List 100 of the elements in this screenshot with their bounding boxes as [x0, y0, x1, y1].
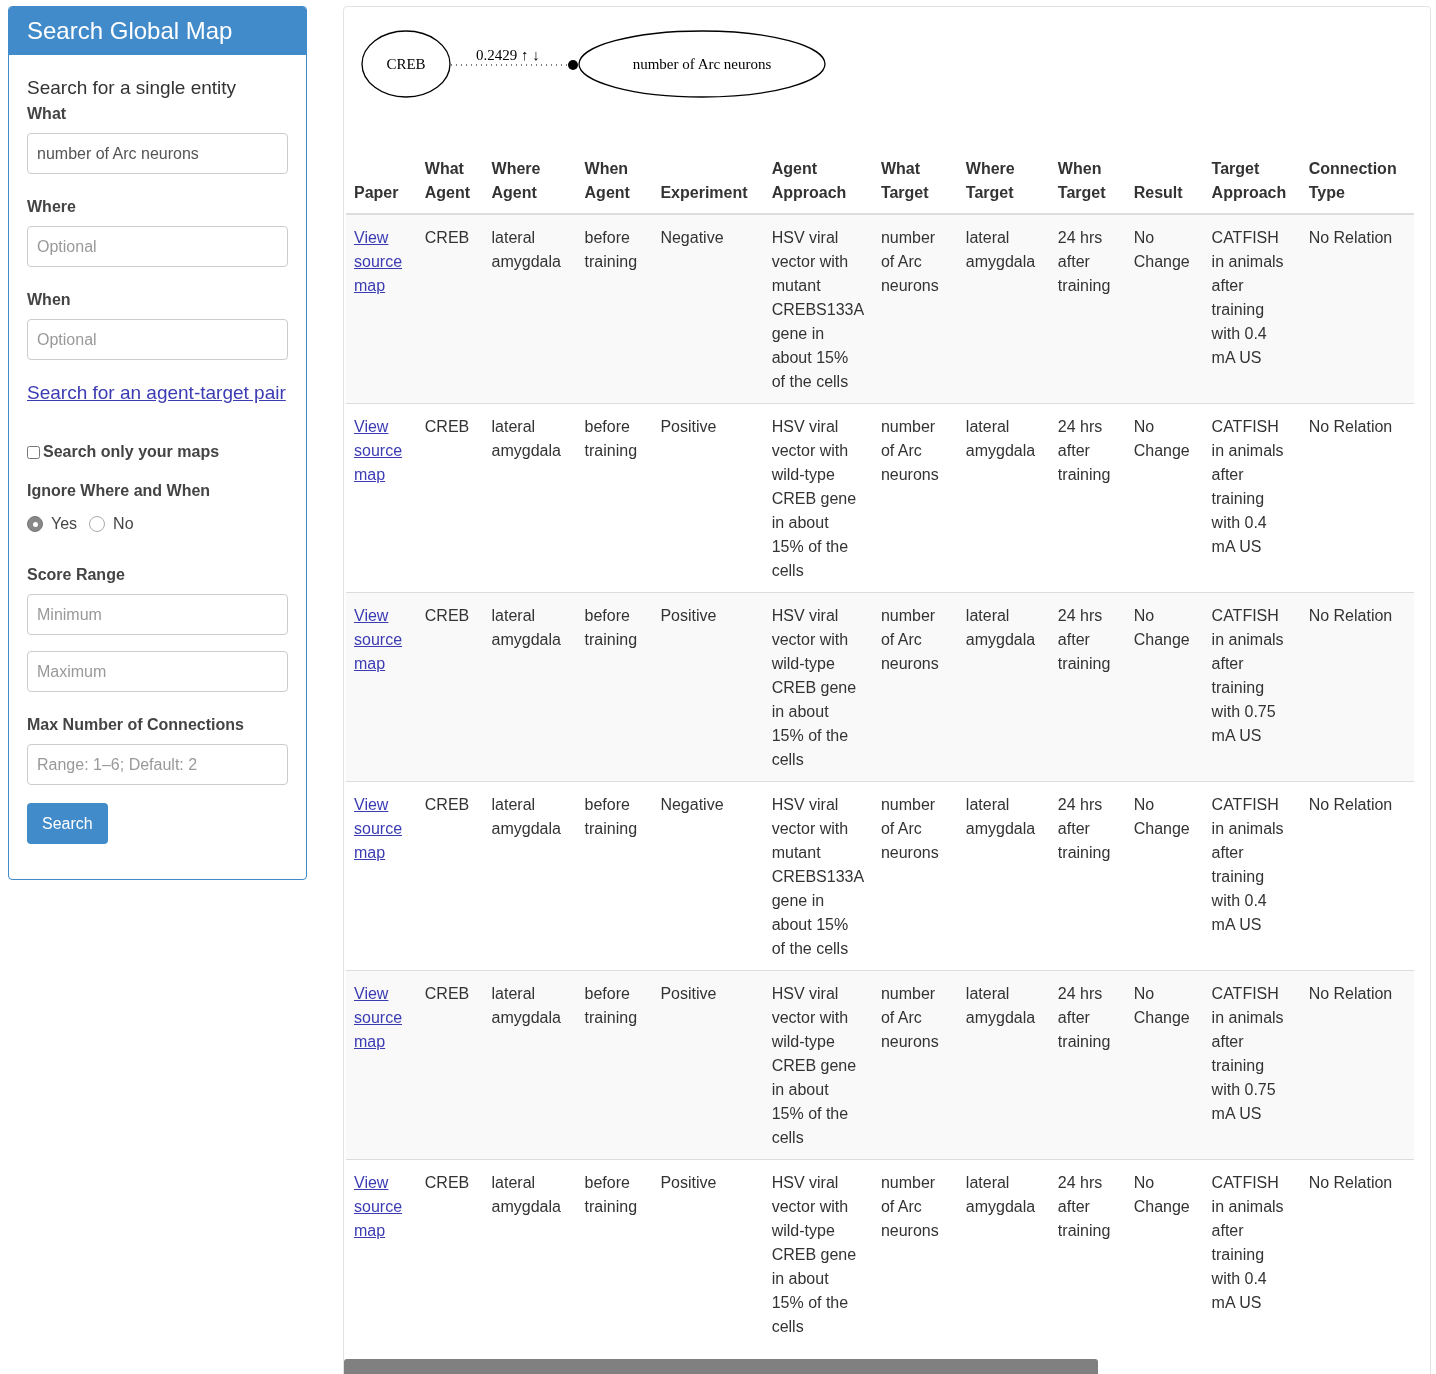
table-cell: number of Arc neurons [872, 592, 958, 782]
field-label: When [27, 290, 72, 310]
table-cell: Negative [652, 781, 764, 971]
input-field[interactable]: Minimum [27, 594, 288, 635]
table-cell: 24 hrs after training [1049, 1159, 1126, 1348]
table-cell: Negative [652, 214, 764, 404]
radio-label: Yes [51, 514, 78, 534]
source-map-link[interactable]: View source map [354, 415, 409, 487]
table-cell: No Change [1125, 1159, 1204, 1348]
table-cell: lateral amygdala [957, 970, 1050, 1160]
table-cell: HSV viral vector with wild-type CREB gene in about 15% of the cells [763, 1159, 873, 1348]
table-cell: number of Arc neurons [872, 214, 958, 404]
input-field[interactable]: number of Arc neurons [27, 133, 288, 174]
table-cell: before training [576, 403, 653, 593]
table-cell: CREB [416, 403, 484, 593]
table-cell: No Change [1125, 970, 1204, 1160]
table-cell: CREB [416, 970, 484, 1160]
table-cell: before training [576, 970, 653, 1160]
input-field[interactable]: Optional [27, 226, 288, 267]
table-cell: No Relation [1300, 592, 1414, 782]
column-header: When Target [1049, 157, 1126, 214]
source-map-link[interactable]: View source map [354, 226, 409, 298]
source-map-link[interactable]: View source map [354, 793, 409, 865]
table-cell: CATFISH in animals after training with 0.4 mA US [1203, 781, 1301, 971]
horizontal-scrollbar[interactable] [344, 1359, 1098, 1374]
source-map-link[interactable]: View source map [354, 604, 409, 676]
table-cell: No Relation [1300, 403, 1414, 593]
search-button[interactable]: Search [27, 803, 108, 844]
table-cell: No Relation [1300, 1159, 1414, 1348]
column-header: Agent Approach [763, 157, 873, 214]
table-cell: No Relation [1300, 214, 1414, 404]
node-label: CREB [386, 56, 426, 72]
table-cell: before training [576, 592, 653, 782]
radio-button[interactable] [27, 516, 43, 532]
table-cell: lateral amygdala [483, 781, 577, 971]
table-cell: CREB [416, 214, 484, 404]
table-cell: number of Arc neurons [872, 781, 958, 971]
table-cell: CREB [416, 781, 484, 971]
radio-button[interactable] [89, 516, 106, 532]
field-label: What [27, 104, 68, 124]
table-cell: CREB [416, 1159, 484, 1348]
table-cell: 24 hrs after training [1049, 592, 1126, 782]
table-cell: HSV viral vector with wild-type CREB gene in about 15% of the cells [763, 970, 873, 1160]
table-cell: CATFISH in animals after training with 0.4 mA US [1203, 403, 1301, 593]
table-cell: CREB [416, 592, 484, 782]
column-header: Where Agent [483, 157, 577, 214]
column-header: Connection Type [1300, 157, 1414, 214]
section-heading: Search for a single entity [27, 76, 238, 100]
table-cell: Positive [652, 970, 764, 1160]
table-cell: before training [576, 781, 653, 971]
table-cell: HSV viral vector with wild-type CREB gene in about 15% of the cells [763, 592, 873, 782]
field-label: Where [27, 197, 77, 217]
table-cell: HSV viral vector with mutant CREBS133A gene in about 15% of the cells [763, 781, 873, 971]
table-cell: before training [576, 1159, 653, 1348]
table-cell: number of Arc neurons [872, 970, 958, 1160]
edge-label: 0.2429 ↑ ↓ [476, 47, 540, 63]
table-cell: CATFISH in animals after training with 0.4 mA US [1203, 214, 1301, 404]
table-cell: number of Arc neurons [872, 403, 958, 593]
table-cell: CATFISH in animals after training with 0.75 mA US [1203, 970, 1301, 1160]
table-cell: Positive [652, 403, 764, 593]
table-cell: lateral amygdala [957, 214, 1050, 404]
table-cell: number of Arc neurons [872, 1159, 958, 1348]
field-label: Score Range [27, 565, 126, 585]
pair-search-link[interactable]: Search for an agent-target pair [27, 380, 286, 406]
source-map-link[interactable]: View source map [354, 1171, 409, 1243]
table-cell: lateral amygdala [483, 403, 577, 593]
checkbox[interactable] [27, 445, 40, 459]
table-cell: CATFISH in animals after training with 0.4 mA US [1203, 1159, 1301, 1348]
source-map-link[interactable]: View source map [354, 982, 409, 1054]
table-cell: HSV viral vector with mutant CREBS133A gene in about 15% of the cells [763, 214, 873, 404]
table-cell: No Change [1125, 781, 1204, 971]
table-cell: lateral amygdala [483, 214, 577, 404]
table-cell: No Relation [1300, 781, 1414, 971]
table-cell: lateral amygdala [957, 592, 1050, 782]
table-cell: lateral amygdala [483, 592, 577, 782]
table-cell: CATFISH in animals after training with 0.75 mA US [1203, 592, 1301, 782]
table-cell: lateral amygdala [957, 781, 1050, 971]
table-cell: No Change [1125, 592, 1204, 782]
table-cell: lateral amygdala [957, 1159, 1050, 1348]
panel-title: Search Global Map [9, 7, 306, 55]
column-header: What Agent [416, 157, 484, 214]
radio-label: No [113, 514, 134, 534]
table-cell: 24 hrs after training [1049, 970, 1126, 1160]
table-cell: before training [576, 214, 653, 404]
table-cell: 24 hrs after training [1049, 214, 1126, 404]
column-header: Paper [346, 157, 417, 214]
input-field[interactable]: Optional [27, 319, 288, 360]
table-cell: 24 hrs after training [1049, 403, 1126, 593]
table-cell: lateral amygdala [483, 1159, 577, 1348]
column-header: Experiment [652, 157, 764, 214]
input-field[interactable]: Maximum [27, 651, 288, 692]
field-label: Ignore Where and When [27, 481, 212, 501]
column-header: Where Target [957, 157, 1050, 214]
table-cell: No Change [1125, 403, 1204, 593]
column-header: Result [1125, 157, 1204, 214]
column-header: What Target [872, 157, 958, 214]
column-header: When Agent [576, 157, 653, 214]
table-cell: No Change [1125, 214, 1204, 404]
input-field[interactable]: Range: 1–6; Default: 2 [27, 744, 288, 785]
node-label: number of Arc neurons [632, 56, 772, 72]
